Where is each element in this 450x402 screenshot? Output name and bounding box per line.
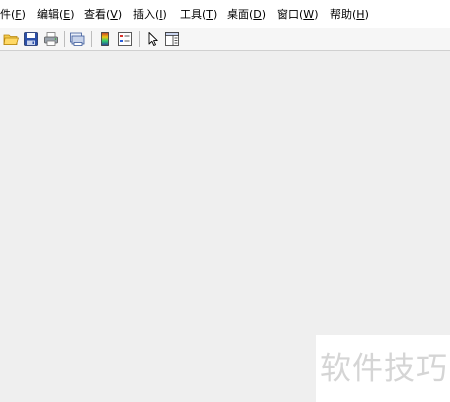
menu-edit-close-paren: ) — [70, 8, 75, 21]
menu-tools-label: 工具( — [180, 8, 207, 21]
menu-desktop-accel: D — [253, 8, 262, 21]
menu-edit[interactable]: 编辑(E) — [37, 8, 75, 22]
menu-help[interactable]: 帮助(H) — [330, 8, 369, 22]
application-window: 件(F) 编辑(E) 查看(V) 插入(I) 工具(T) 桌面(D) 窗口(W)… — [0, 0, 450, 402]
menu-insert-close-paren: ) — [162, 8, 167, 21]
menu-view-close-paren: ) — [117, 8, 123, 21]
menu-file-label: 件( — [0, 8, 16, 21]
toolbar-separator — [64, 31, 65, 47]
menu-help-accel: H — [356, 8, 365, 21]
menu-window-label: 窗口( — [277, 8, 304, 21]
print-preview-icon[interactable] — [69, 31, 85, 47]
pointer-icon[interactable] — [145, 31, 161, 47]
menu-desktop[interactable]: 桌面(D) — [227, 8, 266, 22]
menu-window[interactable]: 窗口(W) — [277, 8, 318, 22]
menu-file[interactable]: 件(F) — [0, 8, 26, 22]
menu-view[interactable]: 查看(V) — [84, 8, 122, 22]
menu-bar: 件(F) 编辑(E) 查看(V) 插入(I) 工具(T) 桌面(D) 窗口(W)… — [0, 0, 450, 28]
menu-file-close-paren: ) — [21, 8, 26, 21]
menu-view-accel: V — [110, 8, 118, 21]
menu-tools[interactable]: 工具(T) — [180, 8, 217, 22]
print-icon[interactable] — [43, 31, 59, 47]
save-icon[interactable] — [23, 31, 39, 47]
watermark-text: 软件技巧 — [320, 351, 448, 387]
menu-desktop-close-paren: ) — [261, 8, 267, 21]
menu-window-close-paren: ) — [314, 8, 319, 21]
property-editor-icon[interactable] — [164, 31, 180, 47]
menu-view-label: 查看( — [84, 8, 111, 21]
legend-icon[interactable] — [117, 31, 133, 47]
menu-desktop-label: 桌面( — [227, 8, 254, 21]
colorbar-icon[interactable] — [97, 31, 113, 47]
menu-insert-label: 插入( — [133, 8, 160, 21]
menu-edit-label: 编辑( — [37, 8, 64, 21]
menu-help-label: 帮助( — [330, 8, 357, 21]
menu-insert[interactable]: 插入(I) — [133, 8, 167, 22]
toolbar-separator — [91, 31, 92, 47]
menu-help-close-paren: ) — [364, 8, 369, 21]
menu-window-accel: W — [303, 8, 315, 21]
menu-tools-close-paren: ) — [213, 8, 218, 21]
toolbar-separator — [139, 31, 140, 47]
toolbar — [0, 28, 450, 51]
open-folder-icon[interactable] — [3, 31, 20, 47]
